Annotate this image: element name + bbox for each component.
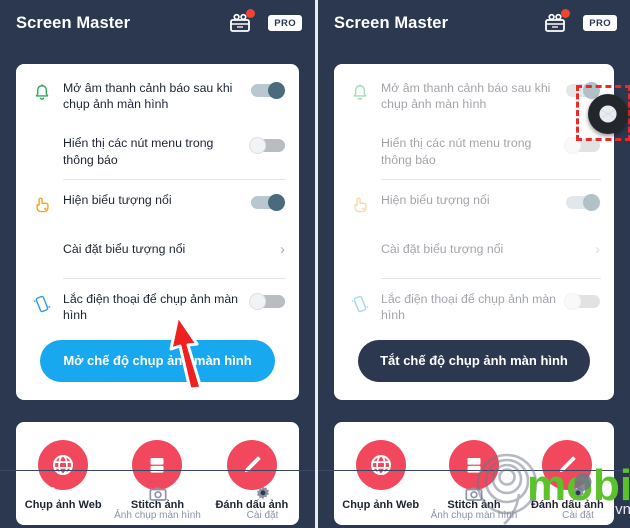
pointer-arrow [169,314,203,390]
nav-label: Ảnh chụp màn hình [114,509,201,521]
app-header: Screen Master PRO [0,0,315,46]
toggle-shake [564,292,600,310]
toggle-knob [268,82,285,99]
nav-item-screenshots[interactable]: Ảnh chụp màn hình [422,483,526,521]
chevron-right-icon: › [280,240,285,258]
toggle-menu-buttons[interactable] [249,137,285,155]
nav-item-screenshots[interactable]: Ảnh chụp màn hình [105,483,210,521]
gift-button[interactable] [543,9,571,35]
shake-icon [29,291,55,317]
shutter-icon [597,103,619,125]
setting-label: Lắc điện thoại để chụp ảnh màn hình [381,291,557,323]
pro-badge[interactable]: PRO [583,15,617,31]
setting-row-sound: Mở âm thanh cảnh báo sau khi chụp ảnh mà… [334,68,614,123]
stop-capture-button[interactable]: Tắt chế độ chụp ảnh màn hình [358,340,590,383]
setting-row-sound[interactable]: Mở âm thanh cảnh báo sau khi chụp ảnh mà… [16,68,299,123]
chevron-right-icon: › [595,240,600,258]
camera-icon [105,483,210,505]
app-title: Screen Master [334,13,449,32]
main-button-wrap: Tắt chế độ chụp ảnh màn hình [334,334,614,400]
setting-label: Hiện biểu tượng nổi [63,192,172,207]
setting-label: Hiển thị các nút menu trong thông báo [63,136,214,167]
toggle-knob [583,193,600,211]
notification-dot [246,9,256,18]
nav-label: Ảnh chụp màn hình [430,509,518,521]
nav-item-settings[interactable]: Cài đặt [210,483,315,521]
shake-icon [347,291,373,317]
setting-label: Cài đặt biểu tượng nổi [63,241,186,256]
toggle-knob [268,193,285,211]
setting-label: Hiện biểu tượng nổi [381,192,490,207]
panel-left: Screen Master PRO Mở âm thanh cảnh báo s… [0,0,315,528]
app-title: Screen Master [16,13,131,32]
nav-label: trang chủ [29,509,76,521]
setting-label: Mở âm thanh cảnh báo sau khi chụp ảnh mà… [63,81,233,112]
setting-row-floating-icon-settings: Cài đặt biểu tượng nổi › [334,229,614,278]
bottom-nav: trang chủ Ảnh chụp màn hình Cài đặt [0,470,315,528]
home-icon [0,483,105,505]
pro-badge[interactable]: PRO [268,15,302,31]
nav-item-settings[interactable]: Cài đặt [526,483,630,521]
nav-label: trang chủ [347,509,393,521]
hand-icon [347,192,373,218]
bottom-nav: trang chủ Ảnh chụp màn hình Cài đặt [318,470,630,528]
setting-row-floating-icon-settings[interactable]: Cài đặt biểu tượng nổi › [16,229,299,278]
floating-shutter-button[interactable] [588,94,628,134]
nav-item-home[interactable]: trang chủ [0,483,105,521]
toggle-sound[interactable] [249,82,285,99]
nav-label: Cài đặt [246,509,279,521]
hand-icon [29,192,55,218]
setting-label: Mở âm thanh cảnh báo sau khi chụp ảnh mà… [381,81,551,112]
toggle-floating-icon[interactable] [249,193,285,211]
settings-card: Mở âm thanh cảnh báo sau khi chụp ảnh mà… [334,64,614,401]
panel-right: Screen Master PRO Mở âm thanh cảnh báo s… [315,0,630,528]
nav-label: Cài đặt [562,509,594,521]
gear-icon [526,483,630,505]
setting-label: Hiển thị các nút menu trong thông báo [381,136,532,167]
screenshot-comparison: Screen Master PRO Mở âm thanh cảnh báo s… [0,0,630,528]
bell-icon [347,80,373,106]
nav-item-home[interactable]: trang chủ [318,483,422,521]
home-icon [318,483,422,505]
camera-icon [422,483,526,505]
toggle-floating-icon [564,193,600,211]
setting-row-menu-buttons[interactable]: Hiển thị các nút menu trong thông báo [16,123,299,178]
setting-row-floating-icon[interactable]: Hiện biểu tượng nổi [16,180,299,229]
setting-row-shake: Lắc điện thoại để chụp ảnh màn hình [334,279,614,334]
app-header: Screen Master PRO [318,0,630,46]
toggle-knob [564,292,581,310]
bell-icon [29,80,55,106]
gift-button[interactable] [228,9,256,35]
notification-dot [561,9,571,18]
gear-icon [210,483,315,505]
setting-row-floating-icon: Hiện biểu tượng nổi [334,180,614,229]
setting-label: Cài đặt biểu tượng nổi [381,241,504,256]
setting-row-menu-buttons: Hiển thị các nút menu trong thông báo [334,123,614,178]
